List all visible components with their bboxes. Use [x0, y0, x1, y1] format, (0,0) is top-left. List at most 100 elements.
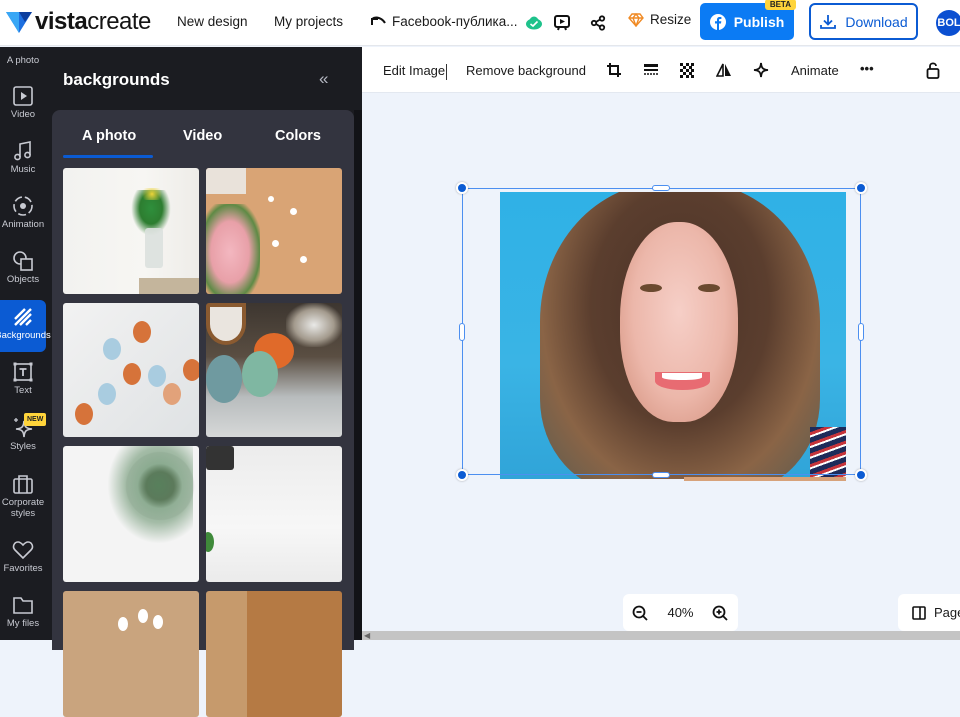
sidebar-item-backgrounds[interactable]: Backgrounds	[0, 300, 51, 352]
download-label: Download	[845, 13, 908, 30]
background-edge	[684, 477, 846, 481]
tab-video[interactable]: Video	[183, 128, 222, 144]
panel-scrollbar[interactable]	[354, 110, 362, 640]
remove-background-button[interactable]: Remove background	[466, 63, 586, 78]
thumbnail-tulips-in-vase[interactable]	[63, 168, 199, 294]
left-sidebar: A photo Video Music Animation Objects Ba…	[0, 47, 52, 640]
scroll-left-arrow[interactable]: ◀	[364, 631, 370, 640]
avatar[interactable]: BOL	[936, 10, 960, 36]
facebook-icon	[709, 13, 726, 30]
sidebar-item-favorites[interactable]: Favorites	[0, 539, 46, 574]
zoom-in-icon[interactable]	[712, 605, 729, 621]
video-icon	[13, 86, 33, 106]
animation-icon	[13, 196, 33, 216]
sidebar-item-label: Corporate styles	[1, 497, 45, 519]
sync-status-icon	[522, 11, 546, 35]
zoom-level[interactable]: 40%	[667, 605, 693, 620]
new-badge: NEW	[24, 413, 47, 426]
publish-label: Publish	[733, 13, 785, 30]
logo-text: vistacreate	[35, 8, 151, 35]
preview-icon[interactable]	[550, 11, 574, 35]
sidebar-item-label: Styles	[10, 441, 36, 452]
zoom-out-icon[interactable]	[632, 605, 649, 621]
sidebar-item-text[interactable]: Text	[0, 361, 46, 396]
effects-icon[interactable]	[751, 60, 771, 80]
sidebar-item-corporate-styles[interactable]: Corporate styles	[0, 473, 46, 519]
objects-icon	[13, 251, 33, 271]
sidebar-item-label: Music	[10, 164, 36, 175]
resize-handle-bottom-right[interactable]	[855, 469, 867, 481]
tab-photo[interactable]: A photo	[82, 128, 136, 144]
resize-handle-right[interactable]	[858, 323, 864, 341]
project-name[interactable]: Facebook-публика...	[370, 14, 518, 29]
horizontal-scrollbar[interactable]: ◀	[362, 631, 960, 640]
zoom-controls: 40%	[623, 594, 738, 631]
sidebar-item-label: Animation	[1, 219, 45, 230]
filter-icon[interactable]	[677, 60, 697, 80]
folder-icon	[13, 597, 33, 614]
sidebar-item-label: Backgrounds	[0, 330, 51, 341]
canvas-area: Edit Image Remove background Animate •••	[362, 47, 960, 640]
sidebar-item-objects[interactable]: Objects	[0, 250, 46, 285]
tab-colors[interactable]: Colors	[275, 128, 321, 144]
crop-icon[interactable]	[604, 60, 624, 80]
thumbnail-white-tulips[interactable]	[63, 591, 199, 717]
lock-icon[interactable]	[923, 60, 943, 80]
transparency-icon[interactable]	[641, 60, 661, 80]
pages-button[interactable]: Page	[898, 594, 960, 631]
sidebar-item-label: A photo	[6, 55, 40, 66]
active-tab-indicator	[63, 155, 153, 158]
text-icon	[13, 362, 33, 382]
sidebar-item-label: Favorites	[3, 563, 43, 574]
undo-icon[interactable]	[370, 16, 386, 28]
sidebar-item-label: My files	[6, 618, 40, 629]
thumbnail-decorated-eggs[interactable]	[206, 303, 342, 437]
backgrounds-icon	[14, 308, 32, 326]
resize-handle-top-left[interactable]	[456, 182, 468, 194]
selection-frame[interactable]	[462, 188, 861, 475]
resize-handle-bottom[interactable]	[652, 472, 670, 478]
resize-handle-left[interactable]	[459, 323, 465, 341]
animate-button[interactable]: Animate	[791, 63, 839, 78]
music-icon	[14, 141, 31, 161]
resize-button[interactable]: Resize	[628, 12, 691, 27]
sidebar-item-label: Objects	[6, 274, 40, 285]
thumbnail-white-wood[interactable]	[206, 446, 342, 582]
project-name-label: Facebook-публика...	[392, 14, 518, 29]
thumbnail-wooden-board[interactable]	[206, 591, 342, 717]
share-icon[interactable]	[586, 11, 610, 35]
flip-icon[interactable]	[714, 60, 734, 80]
panel-content: A photo Video Colors	[52, 110, 354, 717]
resize-handle-top[interactable]	[652, 185, 670, 191]
logo[interactable]: vistacreate	[6, 8, 151, 35]
briefcase-icon	[13, 475, 33, 494]
more-options-button[interactable]: •••	[860, 61, 874, 76]
backgrounds-panel: backgrounds « A photo Video Colors	[52, 47, 362, 717]
text-cursor	[446, 63, 448, 80]
top-bar: vistacreate New design My projects Faceb…	[0, 0, 960, 46]
publish-button[interactable]: Publish BETA	[700, 0, 796, 40]
edit-image-button[interactable]: Edit Image	[383, 63, 448, 80]
download-button[interactable]: Download	[809, 3, 918, 40]
sidebar-item-my-files[interactable]: My files	[0, 594, 46, 629]
beta-badge: BETA	[764, 0, 796, 10]
sidebar-item-photo[interactable]: A photo	[0, 55, 46, 66]
collapse-panel-button[interactable]: «	[319, 69, 328, 89]
sidebar-item-styles[interactable]: NEW Styles	[0, 413, 47, 452]
resize-handle-top-right[interactable]	[855, 182, 867, 194]
sidebar-item-video[interactable]: Video	[0, 85, 46, 120]
sidebar-item-label: Video	[10, 109, 36, 120]
heart-icon	[12, 541, 34, 560]
resize-label: Resize	[650, 12, 692, 27]
page-panel-icon	[912, 605, 926, 620]
my-projects-link[interactable]: My projects	[274, 14, 343, 29]
download-icon	[820, 14, 837, 29]
thumbnail-potted-plant[interactable]	[63, 446, 199, 582]
thumbnail-pink-flowers[interactable]	[206, 168, 342, 294]
edit-image-label: Edit Image	[383, 63, 446, 78]
sidebar-item-music[interactable]: Music	[0, 140, 46, 175]
new-design-link[interactable]: New design	[177, 14, 248, 29]
thumbnail-pastel-eggs[interactable]	[63, 303, 199, 437]
sidebar-item-animation[interactable]: Animation	[0, 195, 46, 230]
resize-handle-bottom-left[interactable]	[456, 469, 468, 481]
